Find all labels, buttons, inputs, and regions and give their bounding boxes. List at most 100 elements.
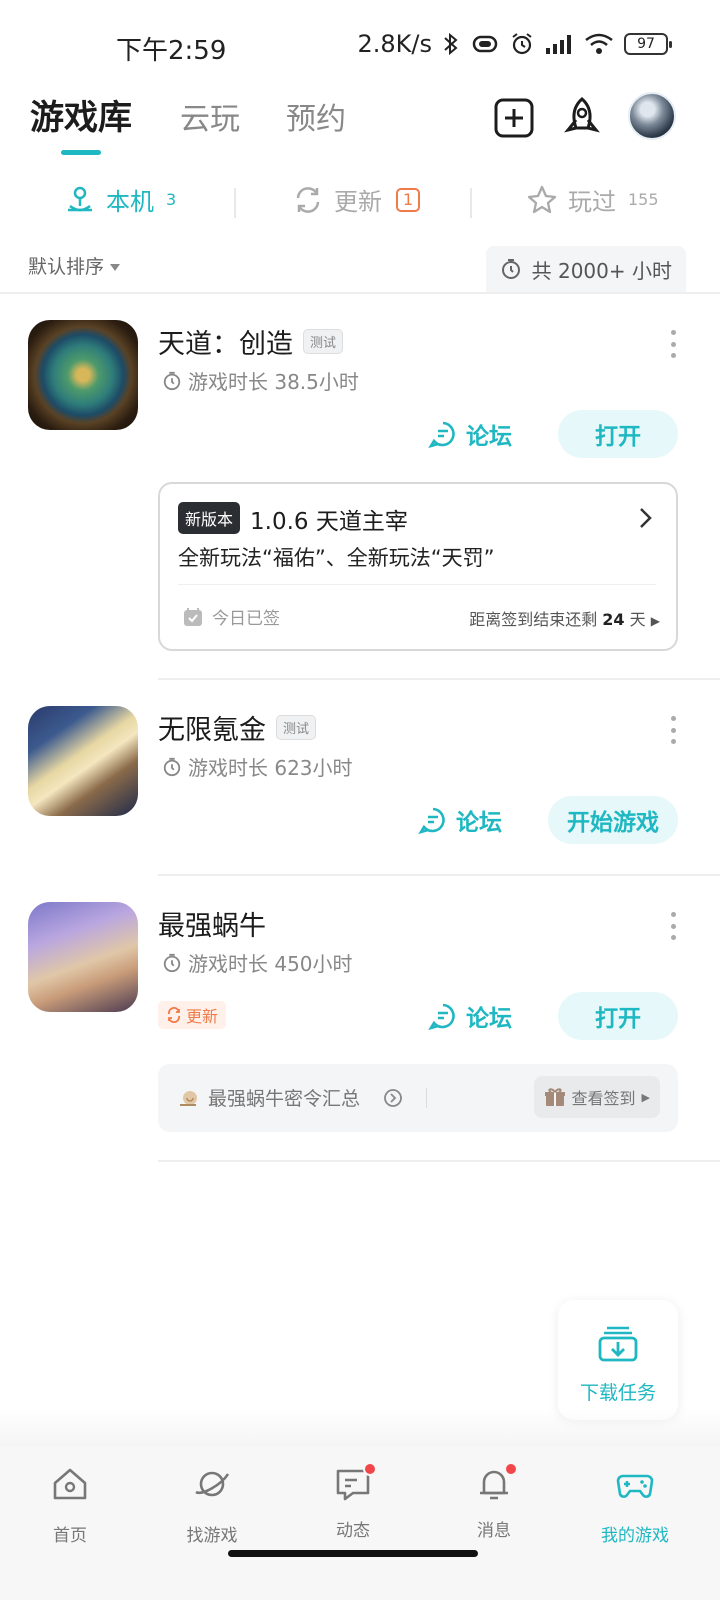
forum-icon [428,1003,455,1031]
more-icon[interactable] [668,330,678,358]
timer-icon [501,259,520,279]
nav-messages-label: 消息 [477,1521,511,1541]
notification-dot [504,1462,518,1476]
sub-tab-divider [234,188,236,218]
sub-tab-updates-label: 更新 [334,188,382,216]
game-title[interactable]: 最强蜗牛 [158,904,266,943]
bluetooth-icon [444,32,458,56]
game-title[interactable]: 无限氪金 [158,708,266,747]
nav-messages[interactable]: 消息 [434,1462,554,1541]
nav-discover[interactable]: 找游戏 [152,1464,272,1546]
sort-dropdown[interactable]: 默认排序 [28,252,121,279]
forum-icon [428,421,455,449]
caret-down-icon [110,264,121,271]
active-tab-indicator [61,150,101,155]
chevron-right-icon [640,508,652,528]
section-divider [0,292,720,294]
update-tag[interactable]: 更新 [158,1001,227,1029]
nav-my-games[interactable]: 我的游戏 [575,1464,695,1546]
game-title[interactable]: 天道：创造 [158,322,293,361]
gift-code-link[interactable]: 最强蜗牛密令汇总 [178,1084,404,1111]
total-play-time-text: 共 2000+ 小时 [531,258,672,283]
test-tag: 测试 [303,329,344,354]
sub-tab-played-label: 玩过 [568,188,616,216]
tab-cloud-play[interactable]: 云玩 [180,94,240,138]
view-checkin-label: 查看签到 [571,1089,636,1108]
forum-label: 论坛 [466,1006,512,1032]
nav-my-games-label: 我的游戏 [601,1526,669,1546]
forum-button[interactable]: 论坛 [428,992,512,1040]
forum-button[interactable]: 论坛 [428,410,512,458]
game-title-row: 天道：创造 测试 [158,322,344,361]
snail-icon [180,1090,197,1106]
rocket-icon[interactable] [560,96,604,140]
sub-tab-local-label: 本机 [106,188,154,216]
row-divider [158,874,720,876]
version-description: 全新玩法“福佑”、全新玩法“天罚” [178,546,495,570]
gamepad-icon [616,1474,654,1498]
forum-label: 论坛 [456,810,502,836]
network-speed: 2.8K/s [357,30,433,58]
alarm-icon [512,33,532,55]
sort-row: 默认排序 共 2000+ 小时 [0,244,720,294]
play-time: 游戏时长 38.5小时 [162,366,359,395]
more-icon[interactable] [668,716,678,744]
planet-icon [195,1471,230,1497]
game-icon-wuxian[interactable] [28,706,138,816]
download-tray-icon [598,1326,638,1362]
version-card[interactable]: 新版本 1.0.6 天道主宰 全新玩法“福佑”、全新玩法“天罚” 今日已签 距离… [158,482,678,651]
refresh-icon [168,1007,180,1023]
calendar-check-icon [184,607,202,626]
update-count-badge: 1 [396,187,421,212]
download-tasks-label: 下载任务 [579,1382,656,1404]
update-tag-label: 更新 [186,1007,219,1026]
sign-remaining[interactable]: 距离签到结束还剩 24 天 ▶ [469,606,660,630]
game-title-row: 最强蜗牛 [158,904,266,943]
row-divider [158,1160,720,1162]
row-divider [158,678,720,680]
chat-icon-wrap [333,1462,377,1504]
caret-right-icon: ▶ [641,1090,650,1104]
nav-home[interactable]: 首页 [10,1464,130,1546]
add-icon[interactable] [492,96,536,140]
nav-discover-label: 找游戏 [186,1526,238,1546]
sub-tab-played[interactable]: 玩过 155 [526,182,659,217]
total-play-time: 共 2000+ 小时 [485,246,686,292]
open-button[interactable]: 打开 [558,410,678,458]
star-icon [527,185,557,213]
play-time: 游戏时长 450小时 [162,948,353,977]
status-indicators: 2.8K/s 97 [357,30,672,58]
tab-game-library[interactable]: 游戏库 [30,90,132,139]
tab-reservation[interactable]: 预约 [286,94,346,138]
sub-tab-local[interactable]: 本机 3 [64,182,176,217]
download-tasks-button[interactable]: 下载任务 [558,1300,678,1420]
played-count: 155 [628,190,659,209]
avatar[interactable] [628,92,676,140]
gift-code-card: 最强蜗牛密令汇总 查看签到 ▶ [158,1064,678,1132]
more-icon[interactable] [668,912,678,940]
start-game-button[interactable]: 开始游戏 [548,796,678,844]
sub-tab-updates[interactable]: 更新 1 [292,182,421,217]
game-icon-tiandao[interactable] [28,320,138,430]
top-nav: 游戏库 云玩 预约 [0,88,720,158]
chevron-circle-right-icon [384,1088,402,1107]
gift-code-text: 最强蜗牛密令汇总 [208,1088,361,1110]
view-checkin-button[interactable]: 查看签到 ▶ [533,1076,660,1118]
open-button[interactable]: 打开 [558,992,678,1040]
version-title: 1.0.6 天道主宰 [250,509,408,535]
test-tag: 测试 [276,715,317,740]
timer-icon [163,757,181,776]
sign-remaining-suffix: 天 [629,610,646,629]
status-time: 下午2:59 [116,36,227,66]
sort-label: 默认排序 [28,256,105,278]
card-separator [426,1088,427,1108]
game-title-row: 无限氪金 测试 [158,708,317,747]
forum-button[interactable]: 论坛 [418,796,502,844]
sign-remaining-prefix: 距离签到结束还剩 [469,610,598,629]
timer-icon [163,953,181,972]
game-icon-snail[interactable] [28,902,138,1012]
notification-dot [363,1462,377,1476]
caret-right-icon: ▶ [650,614,660,628]
nav-feed[interactable]: 动态 [293,1462,413,1541]
nav-feed-label: 动态 [336,1521,370,1541]
